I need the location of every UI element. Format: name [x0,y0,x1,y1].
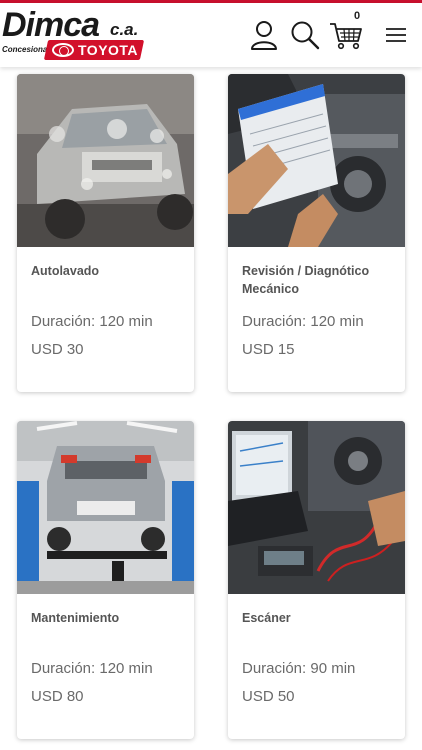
service-card-escaner[interactable]: Escáner Duración: 90 min USD 50 [228,421,405,739]
service-price: USD 15 [242,341,295,358]
service-card-autolavado[interactable]: Autolavado Duración: 120 min USD 30 [17,74,194,392]
service-title: Autolavado [31,264,100,278]
toyota-badge: TOYOTA [43,40,145,60]
service-price: USD 50 [242,688,295,705]
service-price: USD 80 [31,688,84,705]
hamburger-menu-icon [386,28,406,42]
engine-inspection-image [228,74,405,247]
service-duration: Duración: 120 min [31,660,153,677]
service-title: Revisión / Diagnótico Mecánico [242,264,370,296]
toyota-label: TOYOTA [78,42,139,58]
cart-icon [330,23,362,50]
service-card-mantenimiento[interactable]: Mantenimiento Duración: 120 min USD 80 [17,421,194,739]
car-lift-image [17,421,194,594]
diagnostic-scanner-image [228,421,405,594]
account-button[interactable] [246,3,282,67]
dimca-logo[interactable]: Dimca c.a. Concesionario TOYOTA [2,6,145,63]
service-title: Escáner [242,611,291,625]
logo-wordmark: Dimca [2,6,100,44]
toyota-emblem-icon [52,43,74,57]
search-icon [291,21,320,50]
service-duration: Duración: 120 min [31,313,153,330]
cart-count-badge: 0 [354,10,361,22]
menu-button[interactable] [380,3,412,67]
service-duration: Duración: 90 min [242,660,356,677]
car-wash-image [17,74,194,247]
search-button[interactable] [287,3,323,67]
site-header: Dimca c.a. Concesionario TOYOTA 0 [0,3,422,67]
service-card-revision[interactable]: Revisión / Diagnótico Mecánico Duración:… [228,74,405,392]
logo-suffix: c.a. [110,20,139,39]
service-price: USD 30 [31,341,84,358]
user-icon [251,21,277,50]
service-duration: Duración: 120 min [242,313,364,330]
service-title: Mantenimiento [31,611,120,625]
